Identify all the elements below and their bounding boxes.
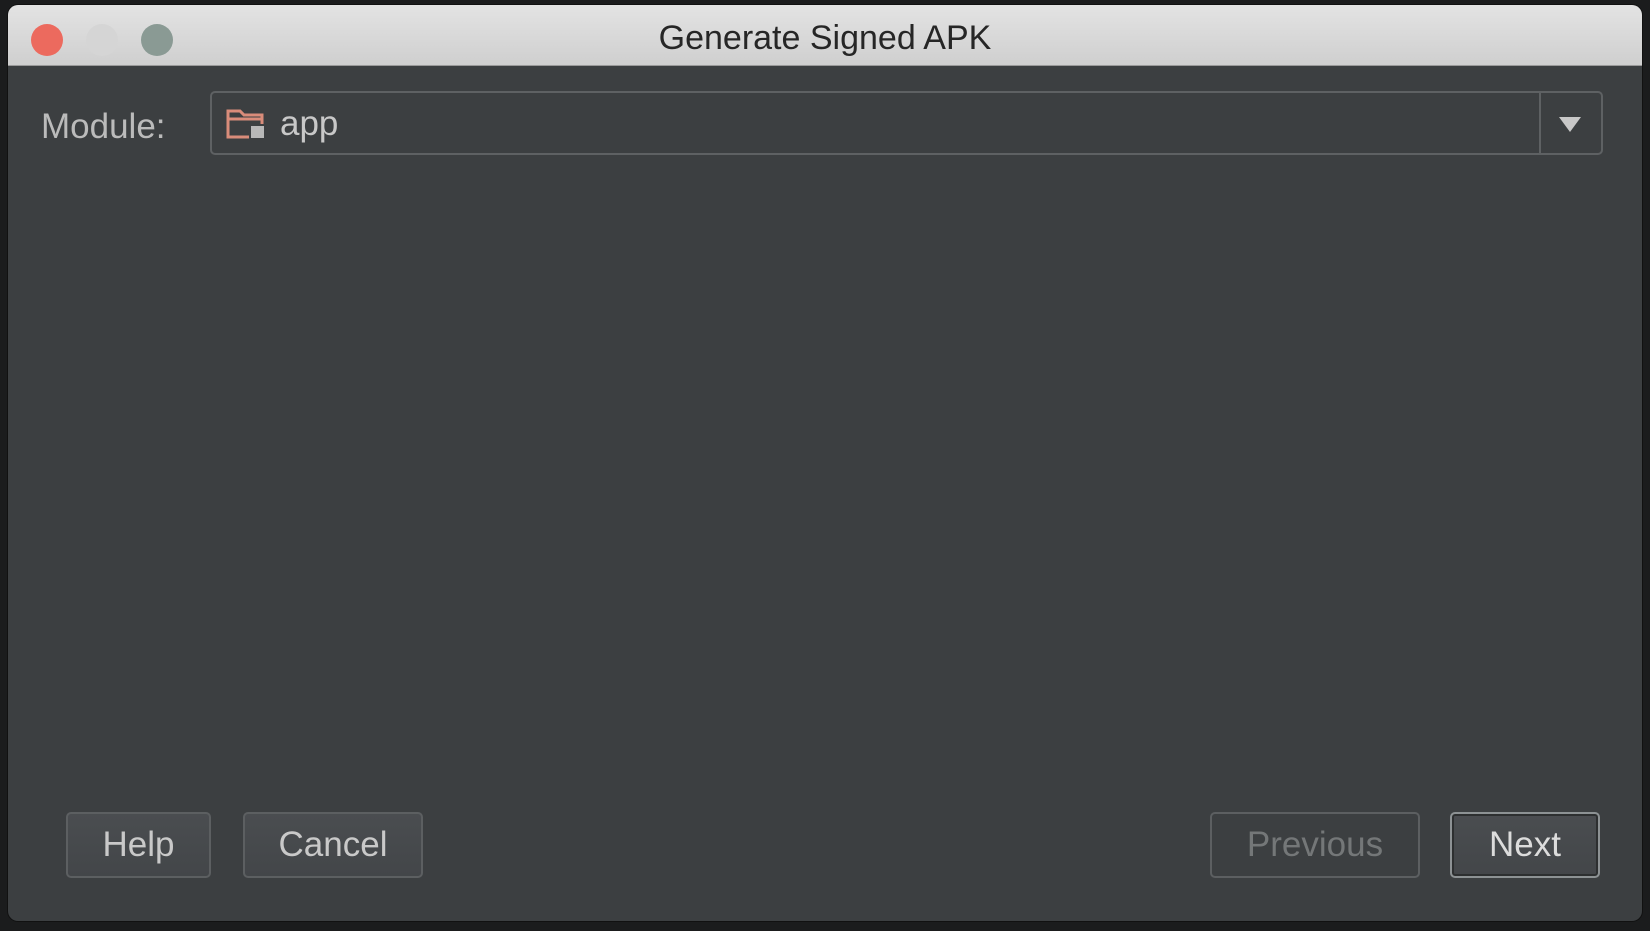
module-folder-icon xyxy=(226,109,266,140)
module-label: Module: xyxy=(41,107,166,146)
cancel-button[interactable]: Cancel xyxy=(243,812,423,878)
window-title: Generate Signed APK xyxy=(658,19,992,57)
next-button[interactable]: Next xyxy=(1450,812,1600,878)
chevron-down-icon xyxy=(1559,117,1581,132)
help-button[interactable]: Help xyxy=(66,812,211,878)
previous-button[interactable]: Previous xyxy=(1210,812,1420,878)
module-dropdown[interactable]: app xyxy=(210,91,1603,155)
dialog-window: Generate Signed APK Module: app Help Can… xyxy=(8,5,1642,921)
title-bar: Generate Signed APK xyxy=(8,5,1642,66)
dropdown-toggle[interactable] xyxy=(1539,93,1601,153)
module-selected-value: app xyxy=(280,104,339,143)
